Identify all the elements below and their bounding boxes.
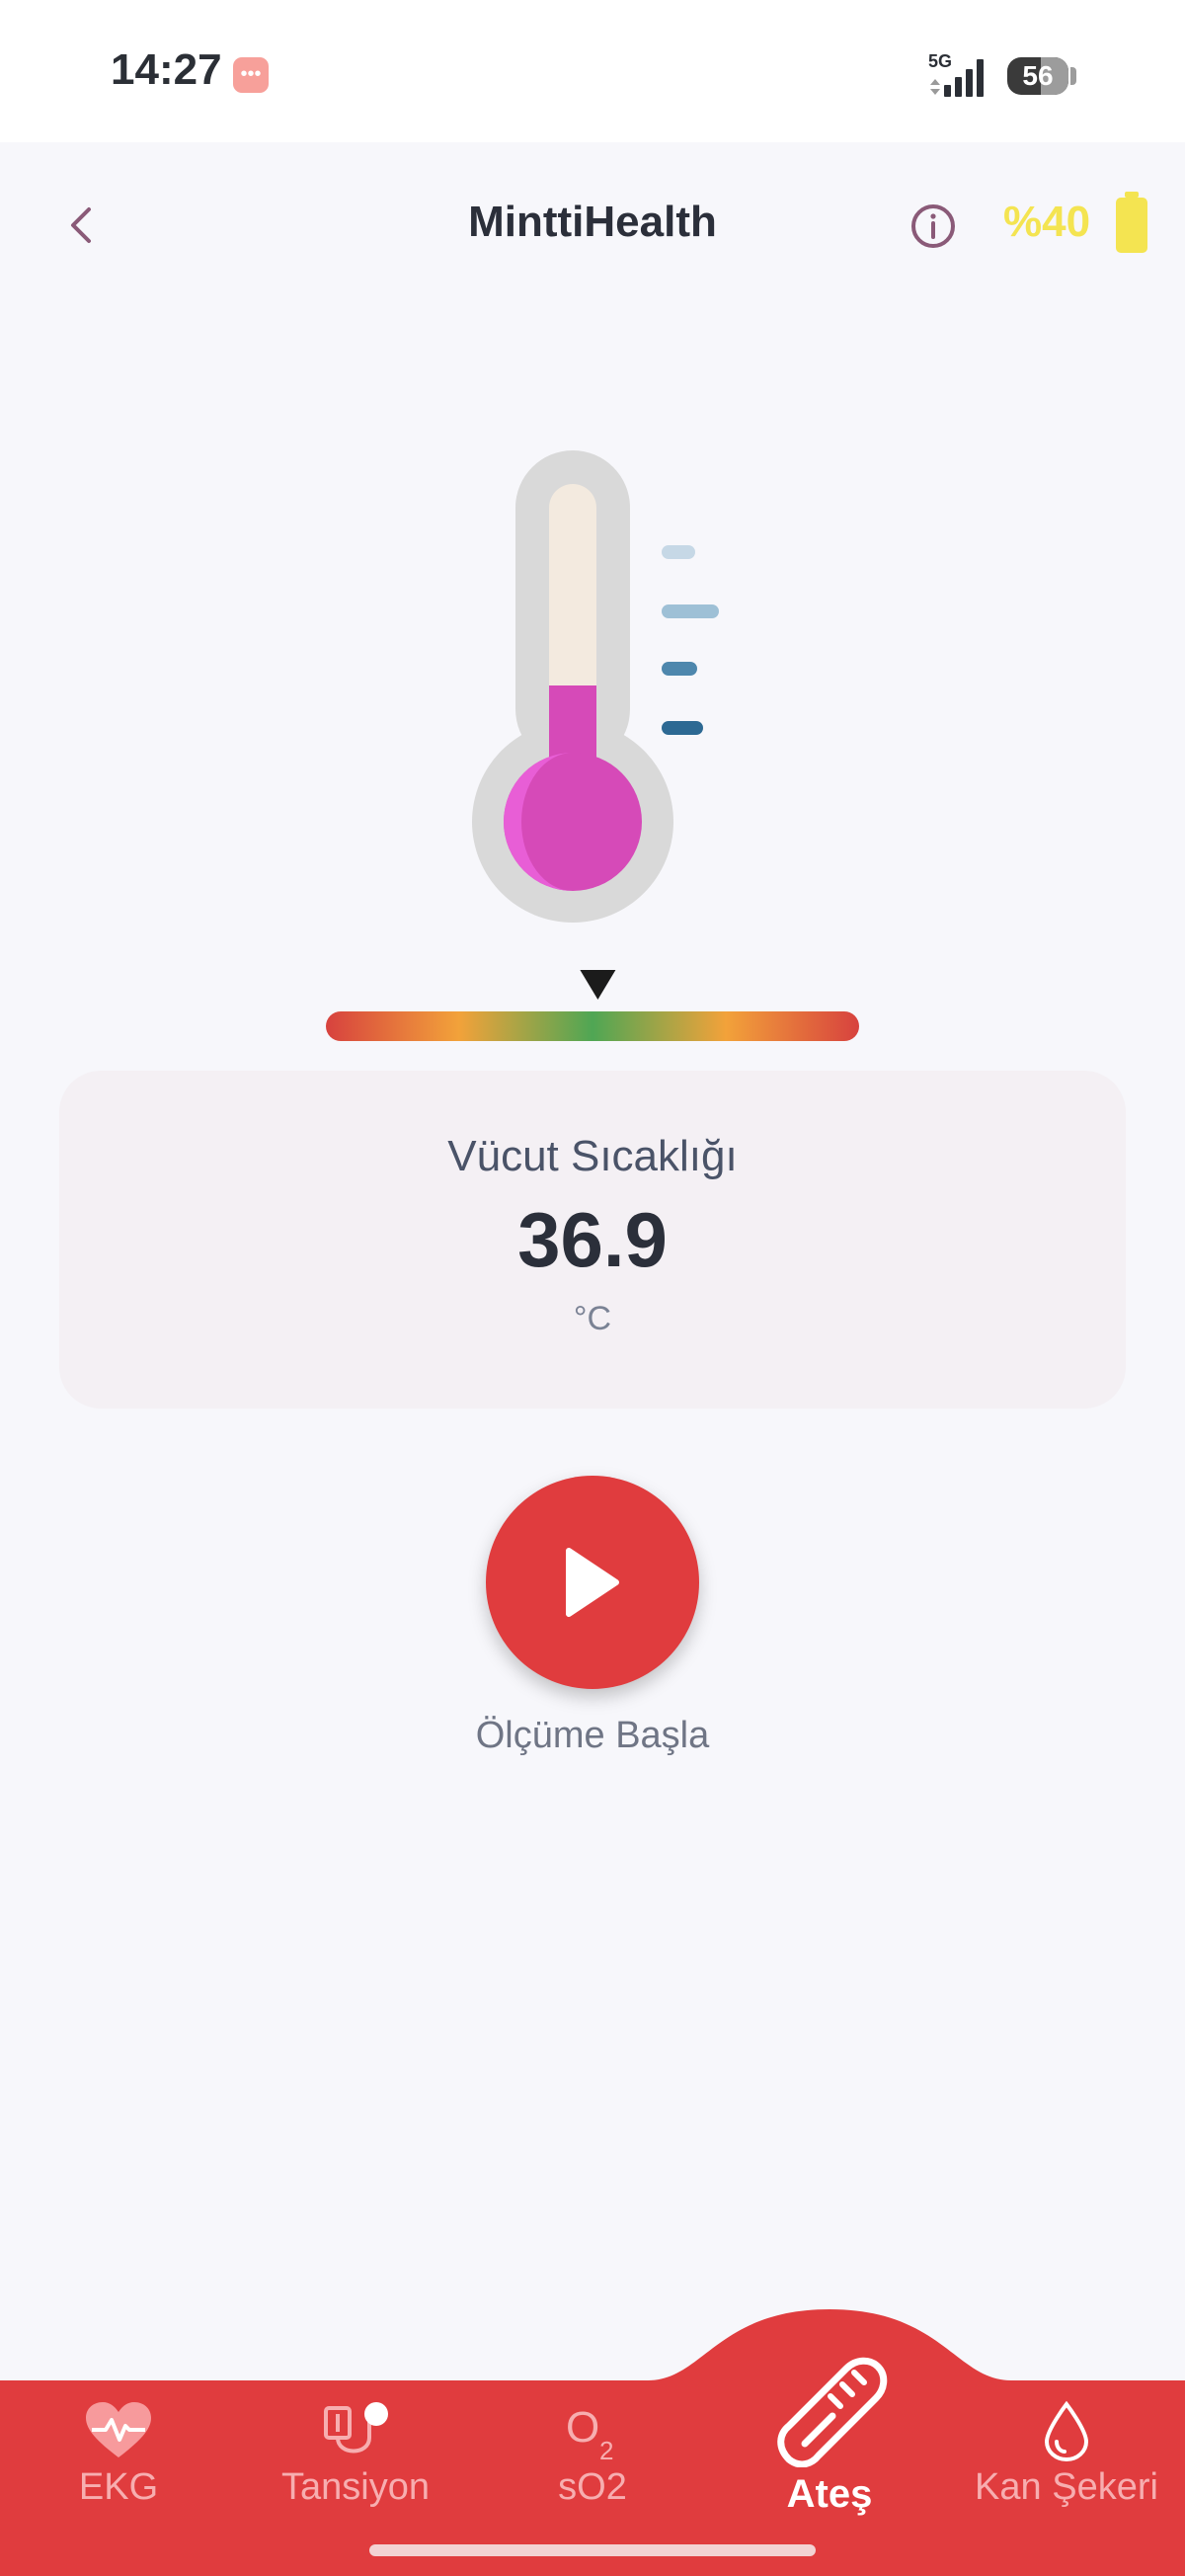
network-type: 5G (928, 51, 952, 71)
measurement-label: Vücut Sıcaklığı (447, 1132, 738, 1180)
oxygen-icon: O 2 (566, 2403, 613, 2465)
app-bar: MinttiHealth %40 (0, 142, 1185, 310)
nav-item-so2[interactable]: O 2 sO2 (474, 2400, 711, 2509)
nav-label-kan-sekeri: Kan Şekeri (975, 2466, 1158, 2508)
measurement-value: 36.9 (517, 1196, 668, 1283)
device-battery-percent: %40 (1003, 198, 1091, 246)
thermometer-icon (777, 2357, 888, 2468)
nav-label-ekg: EKG (78, 2466, 159, 2508)
nav-item-ekg[interactable]: EKG (0, 2400, 237, 2509)
info-icon[interactable] (908, 201, 958, 251)
status-battery: 56 (1007, 57, 1068, 95)
heart-pulse-icon (86, 2402, 151, 2457)
status-time: 14:27 (111, 45, 222, 94)
scale-tick (662, 545, 695, 559)
nav-item-ates[interactable]: Ateş (711, 2349, 948, 2517)
nav-label-so2: sO2 (558, 2466, 627, 2508)
status-battery-level: 56 (1022, 60, 1054, 91)
nav-item-tansiyon[interactable]: Tansiyon (237, 2400, 474, 2509)
signal-icon: 5G (928, 51, 984, 97)
scale-tick (662, 604, 719, 618)
start-measurement-label: Ölçüme Başla (475, 1715, 710, 1756)
chat-bubble-icon: ••• (233, 57, 269, 93)
battery-icon (1116, 192, 1147, 253)
svg-text:2: 2 (599, 2436, 613, 2461)
blood-pressure-icon (324, 2402, 388, 2454)
nav-label-ates: Ateş (786, 2472, 873, 2516)
nav-label-tansiyon: Tansiyon (281, 2466, 430, 2508)
measurement-unit: °C (573, 1300, 612, 1337)
bottom-navigation: EKG Tansiyon O 2 sO2 Ateş Kan Şekeri (0, 2272, 1185, 2576)
gauge-marker (580, 970, 616, 1000)
measurement-card: Vücut Sıcaklığı 36.9 °C (59, 1071, 1126, 1409)
thermometer-illustration (472, 450, 719, 923)
scale-tick (662, 662, 697, 676)
blood-drop-icon (1044, 2400, 1089, 2462)
play-icon (566, 1548, 619, 1617)
start-measurement-button[interactable] (486, 1476, 699, 1689)
home-indicator (369, 2544, 816, 2556)
svg-text:O: O (566, 2403, 599, 2452)
status-bar: 14:27 ••• 5G 56 (0, 0, 1185, 142)
nav-item-kan-sekeri[interactable]: Kan Şekeri (948, 2400, 1185, 2509)
temperature-gauge (326, 970, 859, 1041)
scale-tick (662, 721, 703, 735)
